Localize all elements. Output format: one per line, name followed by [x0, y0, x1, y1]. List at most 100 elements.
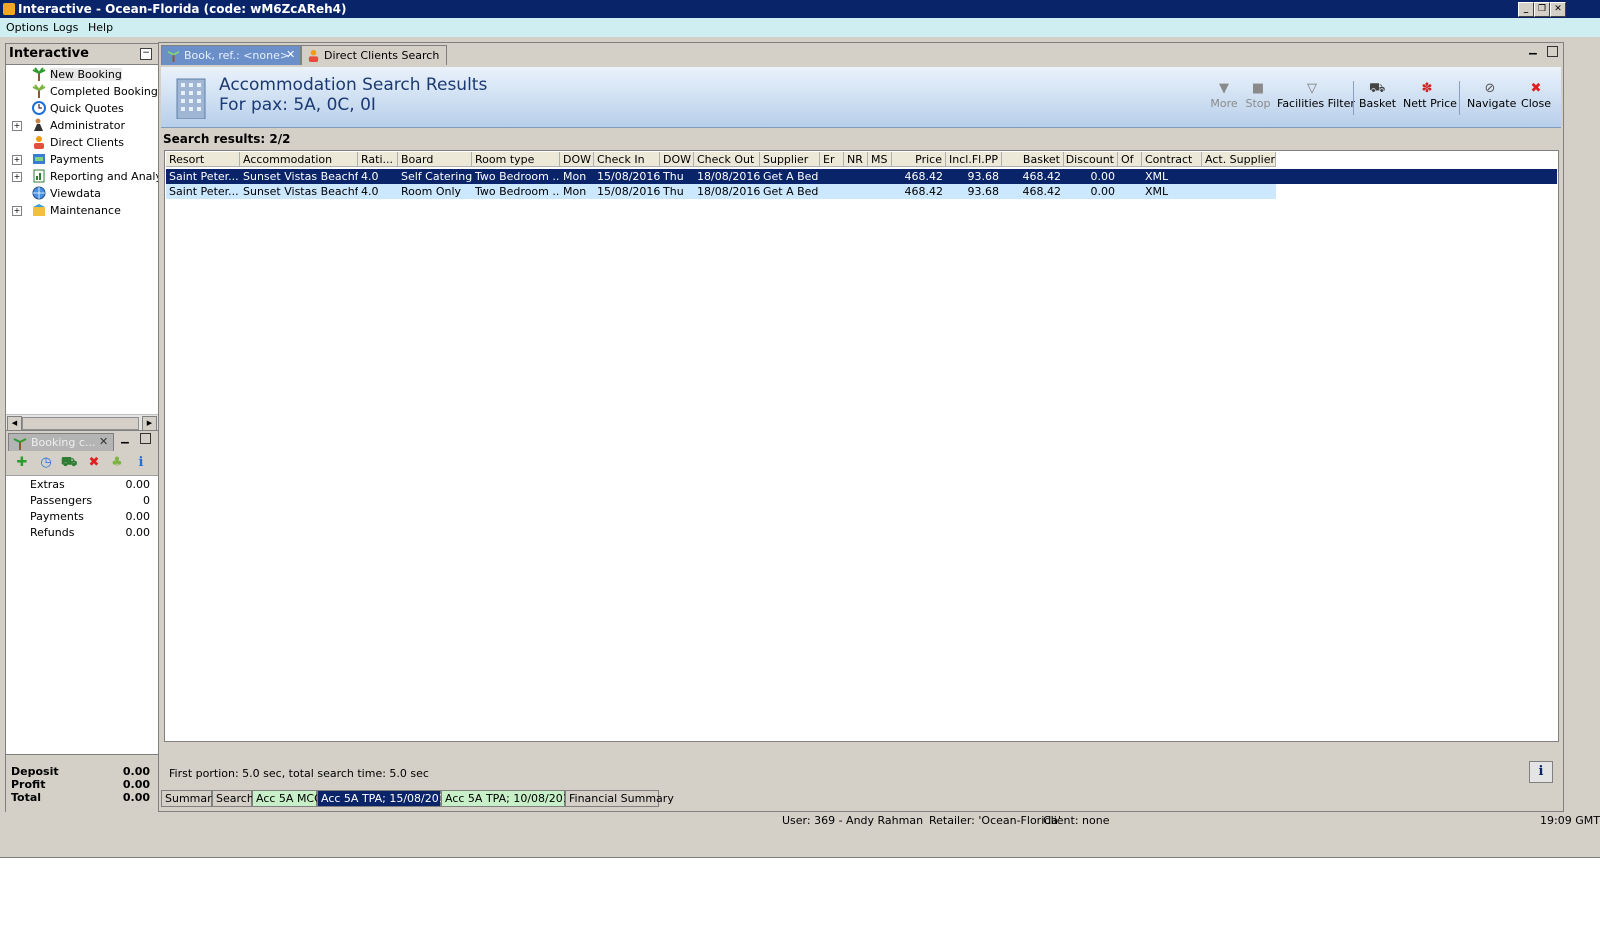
scroll-thumb[interactable]: [22, 417, 139, 430]
table-cell: [1202, 170, 1276, 184]
table-cell: Mon: [563, 170, 587, 183]
tab-label: Book, ref.: <none>: [184, 49, 290, 62]
column-header[interactable]: Of: [1118, 152, 1142, 167]
column-header[interactable]: Check In: [594, 152, 660, 167]
minimize-panel-icon[interactable]: ▁: [121, 433, 129, 444]
table-cell: Thu: [663, 170, 684, 183]
palm-tree-icon[interactable]: ♣: [109, 455, 125, 471]
total-row-profit: Profit 0.00: [6, 778, 158, 791]
column-header[interactable]: Resort: [166, 152, 240, 167]
title-bar: Interactive - Ocean-Florida (code: wM6Zc…: [0, 0, 1600, 18]
column-header[interactable]: Discount: [1064, 152, 1118, 167]
info-button[interactable]: i: [1529, 761, 1553, 783]
menu-logs[interactable]: Logs: [53, 21, 78, 34]
column-header[interactable]: Er: [820, 152, 844, 167]
search-time-status: First portion: 5.0 sec, total search tim…: [169, 767, 429, 780]
bottom-tab-search[interactable]: Search: [212, 790, 254, 807]
column-header[interactable]: Board: [398, 152, 472, 167]
nav-item-maintenance[interactable]: + Maintenance: [6, 202, 158, 219]
table-cell: 15/08/2016: [597, 170, 660, 183]
collapse-panel-button[interactable]: −: [140, 48, 152, 60]
nav-item-payments[interactable]: + Payments: [6, 151, 158, 168]
table-cell: 93.68: [967, 170, 1000, 183]
scroll-left-icon[interactable]: ◀: [7, 416, 22, 431]
column-header[interactable]: Check Out: [694, 152, 760, 167]
table-cell: 18/08/2016: [697, 185, 760, 198]
column-header[interactable]: Incl.Fl.PP: [946, 152, 1002, 167]
info-icon[interactable]: i: [133, 455, 149, 471]
total-value: 0.00: [122, 791, 150, 804]
nav-item-new-booking[interactable]: New Booking: [6, 66, 158, 83]
maximize-panel-icon[interactable]: [140, 433, 151, 444]
column-header[interactable]: DOW: [560, 152, 594, 167]
client-icon: [34, 136, 44, 149]
tab-booking[interactable]: Book, ref.: <none> ✕: [161, 45, 301, 65]
bottom-tab-acc-mco[interactable]: Acc 5A MCO: [252, 790, 323, 807]
expand-icon[interactable]: +: [12, 155, 22, 165]
column-header[interactable]: NR: [844, 152, 868, 167]
menu-help[interactable]: Help: [88, 21, 113, 34]
summary-row-payments: Payments 0.00: [6, 509, 158, 525]
close-tab-icon[interactable]: ✕: [99, 435, 108, 448]
facilities-filter-button[interactable]: ▽ Facilities Filter: [1277, 81, 1355, 125]
nav-item-reporting[interactable]: + Reporting and Analytic: [6, 168, 158, 185]
close-tab-icon[interactable]: ✕: [286, 48, 295, 61]
stop-button[interactable]: ■ Stop: [1243, 81, 1273, 125]
clock-icon[interactable]: ◷: [38, 455, 54, 471]
bottom-tab-acc-tpa-10[interactable]: Acc 5A TPA; 10/08/2016: [441, 790, 577, 807]
summary-label: Extras: [30, 478, 65, 491]
column-header[interactable]: Accommodation: [240, 152, 358, 167]
horizontal-scrollbar[interactable]: ◀ ▶: [6, 414, 158, 431]
column-header[interactable]: Rati...: [358, 152, 398, 167]
table-cell: [1118, 185, 1142, 199]
add-icon[interactable]: ✚: [14, 455, 30, 471]
nav-item-completed-bookings[interactable]: Completed Bookings: [6, 83, 158, 100]
column-header[interactable]: Supplier: [760, 152, 820, 167]
close-button[interactable]: ✖ Close: [1521, 81, 1551, 125]
nav-item-label: Completed Bookings: [50, 85, 158, 98]
expand-icon[interactable]: +: [12, 206, 22, 216]
minimize-panel-icon[interactable]: ▁: [1529, 44, 1537, 55]
nav-item-viewdata[interactable]: Viewdata: [6, 185, 158, 202]
nett-price-button[interactable]: ✽ Nett Price: [1403, 81, 1457, 125]
bottom-tab-acc-tpa-15[interactable]: Acc 5A TPA; 15/08/2016: [317, 790, 453, 807]
nett-price-label: Nett Price: [1403, 97, 1457, 110]
scroll-right-icon[interactable]: ▶: [142, 416, 157, 431]
column-header[interactable]: MS: [868, 152, 892, 167]
expand-icon[interactable]: +: [12, 121, 22, 131]
column-header[interactable]: Room type: [472, 152, 560, 167]
navigation-header: Interactive −: [6, 44, 158, 65]
table-cell: 4.0: [361, 185, 379, 198]
nav-item-administrator[interactable]: + Administrator: [6, 117, 158, 134]
cart-icon[interactable]: ⛟: [61, 455, 77, 471]
restore-button[interactable]: ❐: [1534, 2, 1550, 17]
bottom-tab-financial-summary[interactable]: Financial Summary: [565, 790, 674, 807]
facilities-filter-label: Facilities Filter: [1277, 97, 1355, 110]
nav-item-quick-quotes[interactable]: Quick Quotes: [6, 100, 158, 117]
expand-icon[interactable]: +: [12, 172, 22, 182]
close-window-button[interactable]: ✕: [1550, 2, 1566, 17]
column-header[interactable]: DOW: [660, 152, 694, 167]
column-header[interactable]: Price: [892, 152, 946, 167]
maximize-panel-icon[interactable]: [1547, 46, 1558, 57]
delete-icon[interactable]: ✖: [86, 455, 102, 471]
more-button[interactable]: ▼ More: [1207, 81, 1241, 125]
nav-item-direct-clients[interactable]: Direct Clients: [6, 134, 158, 151]
summary-row-passengers: Passengers 0: [6, 493, 158, 509]
tab-direct-clients-search[interactable]: Direct Clients Search: [301, 45, 447, 65]
column-header[interactable]: Act. Supplier: [1202, 152, 1276, 167]
booking-tab[interactable]: Booking c... ✕: [8, 433, 114, 451]
palm-tree-icon: [32, 67, 46, 81]
column-header[interactable]: Basket: [1002, 152, 1064, 167]
minimize-button[interactable]: _: [1518, 2, 1534, 17]
table-row[interactable]: Saint Peter... Sunset Vistas Beachf... 4.0…: [166, 169, 1557, 184]
navigate-button[interactable]: ⊘ Navigate: [1467, 81, 1516, 125]
basket-icon: ⛟: [1369, 81, 1386, 96]
bottom-tab-summary[interactable]: Summary: [161, 790, 218, 807]
table-row[interactable]: Saint Peter... Sunset Vistas Beachf... 4.0…: [166, 184, 1276, 199]
table-cell: Two Bedroom ...: [475, 185, 560, 198]
column-header[interactable]: Contract: [1142, 152, 1202, 167]
basket-button[interactable]: ⛟ Basket: [1359, 81, 1396, 125]
menu-bar: Options Logs Help: [0, 18, 1600, 37]
menu-options[interactable]: Options: [6, 21, 48, 34]
